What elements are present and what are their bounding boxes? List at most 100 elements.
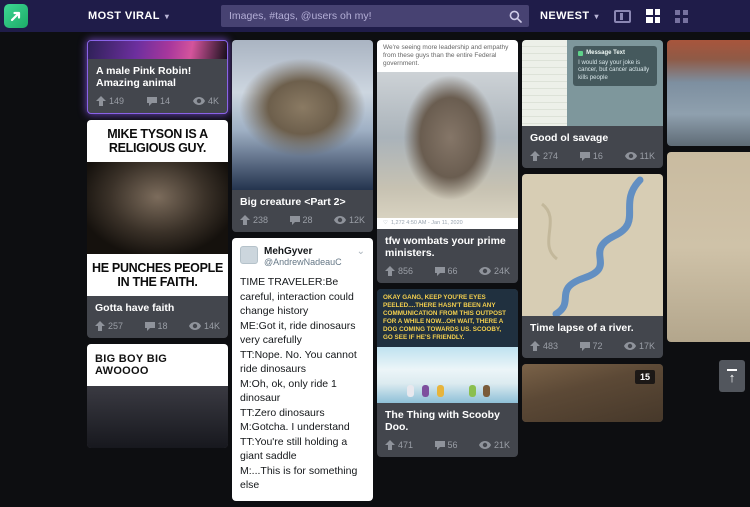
post-card-wood[interactable]: 15: [522, 364, 663, 422]
post-card-tweet[interactable]: MehGyver @AndrewNadeauC ⌄ TIME TRAVELER:…: [232, 238, 373, 501]
post-card-river[interactable]: Time lapse of a river. 483 72 17K: [522, 174, 663, 358]
post-title: Gotta have faith: [87, 296, 228, 316]
tweet-line: TT:You're still holding a giant saddle: [240, 435, 365, 464]
view-count: 24K: [494, 266, 510, 276]
upvote-icon: [96, 96, 106, 106]
upvote-icon: [385, 440, 395, 450]
upvote-count: 257: [108, 321, 123, 331]
heart-icon: ♡: [383, 220, 388, 226]
message-title-row: Message Text: [578, 50, 652, 58]
tweet-line: M:...This is for something else: [240, 464, 365, 493]
message-title: Message Text: [586, 50, 625, 58]
masonry-view-icon[interactable]: [646, 9, 660, 23]
tweet-line: TT:Zero dinosaurs: [240, 406, 365, 421]
post-card-savage[interactable]: Message Text I would say your joke is ca…: [522, 40, 663, 168]
view-count: 14K: [204, 321, 220, 331]
sort-dropdown[interactable]: NEWEST ▾: [540, 10, 599, 22]
tweet-line: TIME TRAVELER:Be careful, interaction co…: [240, 275, 365, 319]
meme-top-text: BIG BOY BIG AWOOOO: [87, 344, 228, 386]
caret-down-icon: ▾: [165, 12, 169, 21]
tyson-image: [87, 162, 228, 254]
top-nav: MOST VIRAL ▾ NEWEST ▾: [0, 0, 750, 32]
post-title: Time lapse of a river.: [522, 316, 663, 336]
comment-count: 56: [448, 440, 458, 450]
views-icon: [334, 215, 346, 225]
comment-icon: [147, 96, 157, 106]
comment-count: 16: [593, 151, 603, 161]
tweet-line: ME:Got it, ride dinosaurs very carefully: [240, 319, 365, 348]
comment-count: 66: [448, 266, 458, 276]
post-stats: 471 56 21K: [377, 435, 518, 457]
gallery-grid: A male Pink Robin! Amazing animal 149 14…: [87, 40, 750, 507]
tweet-line: M:Gotcha. I understand: [240, 420, 365, 435]
grid-column-3: We're seeing more leadership and empathy…: [377, 40, 518, 507]
views-icon: [625, 151, 637, 161]
post-card-scooby[interactable]: OKAY GANG, KEEP YOU'RE EYES PEELED....TH…: [377, 289, 518, 457]
search-input[interactable]: [221, 10, 509, 22]
upvote-icon: [95, 321, 105, 331]
view-count: 11K: [640, 151, 655, 161]
post-card-bigboy[interactable]: BIG BOY BIG AWOOOO: [87, 344, 228, 448]
grid-column-4: Message Text I would say your joke is ca…: [522, 40, 663, 507]
post-card-wombat[interactable]: We're seeing more leadership and empathy…: [377, 40, 518, 283]
image-caption: We're seeing more leadership and empathy…: [377, 40, 518, 72]
upvote-count: 238: [253, 215, 268, 225]
grid-view-icon[interactable]: [675, 10, 688, 23]
search-icon[interactable]: [509, 10, 522, 23]
comment-icon: [145, 321, 155, 331]
upvote-count: 274: [543, 151, 558, 161]
views-icon: [193, 96, 205, 106]
imgur-logo-icon: [9, 9, 23, 23]
cartoon-character: [483, 385, 490, 397]
grid-column-2: Big creature <Part 2> 238 28 12K MehGyve…: [232, 40, 373, 507]
comment-count: 72: [593, 341, 603, 351]
post-card-sparrow[interactable]: Big creature <Part 2> 238 28 12K: [232, 40, 373, 232]
caret-down-icon: ▾: [594, 12, 598, 21]
upvote-icon: [530, 151, 540, 161]
sort-label: NEWEST: [540, 10, 589, 22]
upvote-count: 483: [543, 341, 558, 351]
post-card-right-bottom[interactable]: [667, 152, 750, 342]
right-top-image: [667, 40, 750, 146]
post-title: Big creature <Part 2>: [232, 190, 373, 210]
comment-icon: [580, 151, 590, 161]
views-icon: [189, 321, 201, 331]
river-path: [522, 174, 663, 316]
tweet-author-handle: @AndrewNadeauC: [264, 257, 342, 268]
search-bar[interactable]: [221, 5, 529, 27]
comment-count: 14: [160, 96, 170, 106]
meme-caption: OKAY GANG, KEEP YOU'RE EYES PEELED....TH…: [377, 289, 518, 347]
comment-icon: [435, 440, 445, 450]
avatar: [240, 246, 258, 264]
post-card-tyson[interactable]: MIKE TYSON IS A RELIGIOUS GUY. HE PUNCHE…: [87, 120, 228, 338]
slideshow-view-icon[interactable]: [614, 10, 631, 23]
tweet-line: M:Oh, ok, only ride 1 dinosaur: [240, 377, 365, 406]
scroll-to-top-button[interactable]: ↑: [719, 360, 745, 392]
upvote-count: 149: [109, 96, 124, 106]
imgur-logo[interactable]: [4, 4, 28, 28]
most-viral-dropdown[interactable]: MOST VIRAL ▾: [88, 10, 169, 22]
robin-image: [88, 41, 227, 59]
cartoon-character: [437, 385, 444, 397]
tweet-meta: ♡ 1,272 4:50 AM - Jan 11, 2020: [377, 218, 518, 229]
grid-column-5: [667, 40, 750, 507]
views-icon: [479, 440, 491, 450]
message-icon: [578, 51, 583, 56]
grid-column-1: A male Pink Robin! Amazing animal 149 14…: [87, 40, 228, 507]
message-box: Message Text I would say your joke is ca…: [573, 46, 657, 86]
tweet-body: TIME TRAVELER:Be careful, interaction co…: [240, 275, 365, 493]
comment-icon: [290, 215, 300, 225]
bigboy-image: [87, 386, 228, 448]
upvote-count: 471: [398, 440, 413, 450]
comment-count: 18: [158, 321, 168, 331]
cartoon-character: [422, 385, 429, 397]
post-stats: 856 66 24K: [377, 261, 518, 283]
post-card-robin[interactable]: A male Pink Robin! Amazing animal 149 14…: [87, 40, 228, 114]
savage-image: Message Text I would say your joke is ca…: [522, 40, 663, 126]
river-image: [522, 174, 663, 316]
message-area: Message Text I would say your joke is ca…: [567, 40, 663, 126]
upvote-icon: [385, 266, 395, 276]
post-card-right-top[interactable]: [667, 40, 750, 146]
meme-bottom-text: HE PUNCHES PEOPLE IN THE FAITH.: [87, 254, 228, 296]
view-count: 4K: [208, 96, 219, 106]
